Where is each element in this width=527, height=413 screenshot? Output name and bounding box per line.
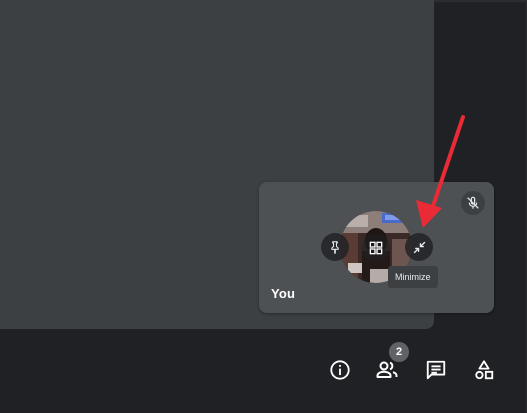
- layout-button[interactable]: [362, 234, 390, 262]
- activities-button[interactable]: [471, 357, 497, 383]
- activities-icon: [475, 360, 494, 380]
- self-name-label: You: [271, 286, 296, 301]
- participants-count-badge: 2: [389, 342, 409, 362]
- chat-icon: [426, 360, 446, 380]
- minimize-button[interactable]: [405, 233, 433, 261]
- pin-icon: [331, 241, 339, 254]
- self-view-tile[interactable]: Minimize You: [259, 182, 494, 313]
- meeting-details-button[interactable]: [327, 357, 353, 383]
- meeting-stage: Minimize You 2: [0, 0, 527, 413]
- grid-icon: [369, 241, 383, 255]
- info-icon: [330, 360, 350, 380]
- pin-button[interactable]: [321, 233, 349, 261]
- chat-button[interactable]: [423, 357, 449, 383]
- minimize-tooltip: Minimize: [388, 266, 438, 288]
- minimize-icon: [413, 241, 425, 253]
- mic-muted-icon: [461, 191, 485, 215]
